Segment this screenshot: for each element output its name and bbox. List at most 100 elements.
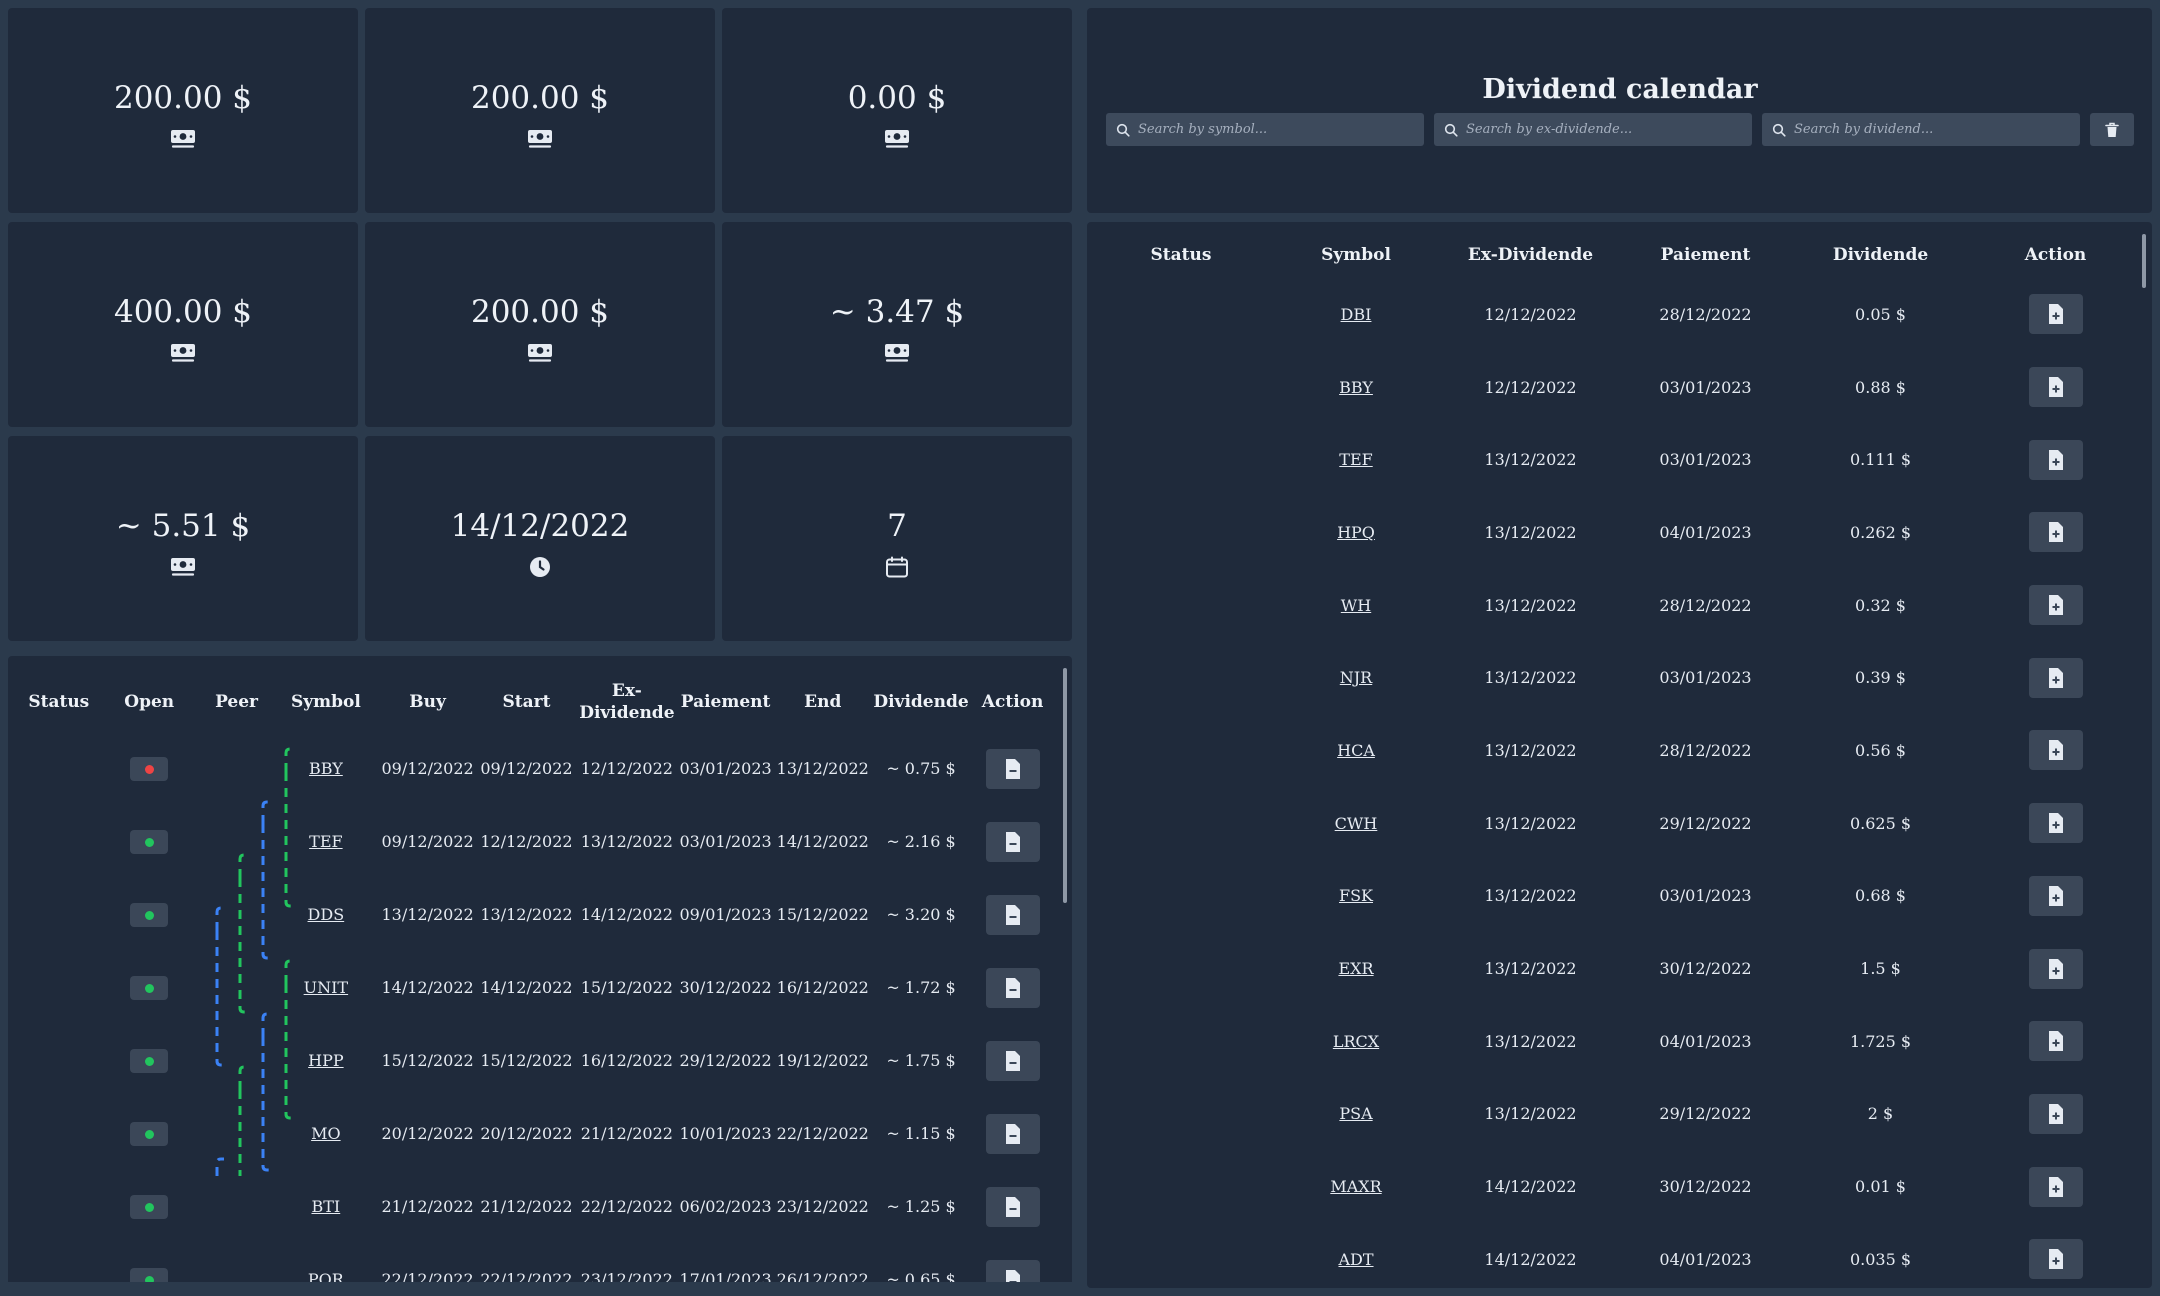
- symbol-search[interactable]: [1106, 113, 1424, 146]
- add-button[interactable]: [2028, 439, 2083, 480]
- symbol-link[interactable]: FSK: [1339, 886, 1373, 905]
- add-button[interactable]: [2028, 1166, 2083, 1207]
- exdiv-date: 13/12/2022: [1484, 740, 1577, 760]
- open-status-indicator: [130, 756, 169, 781]
- file-plus-icon: [2048, 522, 2063, 543]
- symbol-link[interactable]: CWH: [1335, 814, 1378, 833]
- dividend-value: 0.56 $: [1855, 740, 1906, 760]
- symbol-link[interactable]: BTI: [311, 1197, 340, 1216]
- add-button[interactable]: [2028, 512, 2083, 553]
- end-date: 16/12/2022: [776, 978, 869, 997]
- add-button[interactable]: [2028, 730, 2083, 771]
- portfolio-table: Status Open Peer Symbol Buy Start Ex- Div…: [22, 672, 1052, 1296]
- add-button[interactable]: [2028, 803, 2083, 844]
- symbol-link[interactable]: MO: [311, 1124, 341, 1143]
- file-minus-icon: [1005, 831, 1020, 852]
- peer-cell: [203, 1097, 270, 1170]
- add-button[interactable]: [2028, 948, 2083, 989]
- open-cell: [96, 732, 203, 805]
- remove-button[interactable]: [985, 748, 1040, 789]
- table-row: CWH 13/12/2022 29/12/2022 0.625 $: [1104, 787, 2154, 860]
- add-button[interactable]: [2028, 1093, 2083, 1134]
- remove-button[interactable]: [985, 821, 1040, 862]
- search-icon: [1444, 123, 1458, 137]
- symbol-link[interactable]: EXR: [1338, 959, 1373, 978]
- table-row: BTI 21/12/2022 21/12/2022 22/12/2022 06/…: [22, 1170, 1052, 1243]
- stat-value: ~ 3.47 $: [829, 294, 965, 330]
- symbol-link[interactable]: WH: [1341, 596, 1371, 615]
- symbol-link[interactable]: BBY: [1339, 378, 1373, 397]
- symbol-link[interactable]: PSA: [1339, 1104, 1372, 1123]
- file-minus-icon: [1005, 1196, 1020, 1217]
- search-icon: [1116, 123, 1130, 137]
- symbol-link[interactable]: HCA: [1337, 741, 1375, 760]
- symbol-link[interactable]: HPP: [308, 1051, 343, 1070]
- dividend-value: ~ 1.25 $: [886, 1197, 956, 1216]
- payment-date: 04/01/2023: [1659, 1249, 1752, 1269]
- dividend-value: 0.625 $: [1849, 813, 1912, 833]
- table-row: WH 13/12/2022 28/12/2022 0.32 $: [1104, 569, 2154, 642]
- dividend-value: 1.5 $: [1860, 959, 1901, 979]
- col-end: End: [804, 692, 842, 712]
- symbol-search-input[interactable]: [1138, 122, 1398, 137]
- exdiv-search[interactable]: [1434, 113, 1752, 146]
- symbol-link[interactable]: LRCX: [1333, 1032, 1379, 1051]
- table-row: NJR 13/12/2022 03/01/2023 0.39 $: [1104, 641, 2154, 714]
- open-cell: [96, 805, 203, 878]
- symbol-link[interactable]: NJR: [1340, 668, 1372, 687]
- add-button[interactable]: [2028, 1021, 2083, 1062]
- payment-date: 03/01/2023: [679, 832, 772, 851]
- table-row: LRCX 13/12/2022 04/01/2023 1.725 $: [1104, 1005, 2154, 1078]
- clock-icon: [527, 556, 553, 578]
- add-button[interactable]: [2028, 367, 2083, 408]
- exdiv-search-input[interactable]: [1466, 122, 1726, 137]
- table-row: PSA 13/12/2022 29/12/2022 2 $: [1104, 1078, 2154, 1151]
- end-date: 22/12/2022: [776, 1124, 869, 1143]
- remove-button[interactable]: [985, 1186, 1040, 1227]
- status-cell: [22, 805, 96, 878]
- col-symbol: Symbol: [290, 692, 361, 712]
- open-cell: [96, 1170, 203, 1243]
- symbol-link[interactable]: MAXR: [1330, 1177, 1381, 1196]
- trash-icon: [2105, 122, 2119, 137]
- symbol-link[interactable]: DBI: [1341, 305, 1372, 324]
- remove-button[interactable]: [985, 1040, 1040, 1081]
- calendar-icon: [884, 556, 910, 578]
- payment-date: 30/12/2022: [1659, 959, 1752, 979]
- stat-value: 200.00 $: [470, 80, 610, 116]
- exdiv-date: 12/12/2022: [580, 759, 673, 778]
- col-dividend: Dividende: [1832, 245, 1929, 265]
- add-button[interactable]: [2028, 294, 2083, 335]
- exdiv-date: 16/12/2022: [580, 1051, 673, 1070]
- add-button[interactable]: [2028, 1239, 2083, 1280]
- add-button[interactable]: [2028, 657, 2083, 698]
- peer-cell: [203, 1024, 270, 1097]
- symbol-link[interactable]: TEF: [309, 832, 342, 851]
- symbol-link[interactable]: TEF: [1339, 450, 1372, 469]
- file-plus-icon: [2048, 1031, 2063, 1052]
- remove-button[interactable]: [985, 894, 1040, 935]
- end-date: 13/12/2022: [776, 759, 869, 778]
- add-button[interactable]: [2028, 585, 2083, 626]
- exdiv-date: 14/12/2022: [580, 905, 673, 924]
- payment-date: 29/12/2022: [1659, 813, 1752, 833]
- exdiv-date: 13/12/2022: [1484, 668, 1577, 688]
- exdiv-date: 13/12/2022: [1484, 522, 1577, 542]
- symbol-link[interactable]: HPQ: [1337, 523, 1375, 542]
- symbol-link[interactable]: UNIT: [304, 978, 348, 997]
- symbol-link[interactable]: BBY: [309, 759, 343, 778]
- exdiv-date: 13/12/2022: [1484, 886, 1577, 906]
- dividend-search-input[interactable]: [1794, 122, 2054, 137]
- status-cell: [1104, 714, 1258, 787]
- symbol-link[interactable]: DDS: [308, 905, 345, 924]
- col-payment: Paiement: [1660, 245, 1751, 265]
- symbol-link[interactable]: ADT: [1338, 1250, 1373, 1269]
- clear-search-button[interactable]: [2090, 113, 2134, 146]
- dividend-value: ~ 3.20 $: [886, 905, 956, 924]
- file-plus-icon: [2048, 885, 2063, 906]
- remove-button[interactable]: [985, 1113, 1040, 1154]
- remove-button[interactable]: [985, 967, 1040, 1008]
- dividend-search[interactable]: [1762, 113, 2080, 146]
- payment-date: 30/12/2022: [679, 978, 772, 997]
- add-button[interactable]: [2028, 875, 2083, 916]
